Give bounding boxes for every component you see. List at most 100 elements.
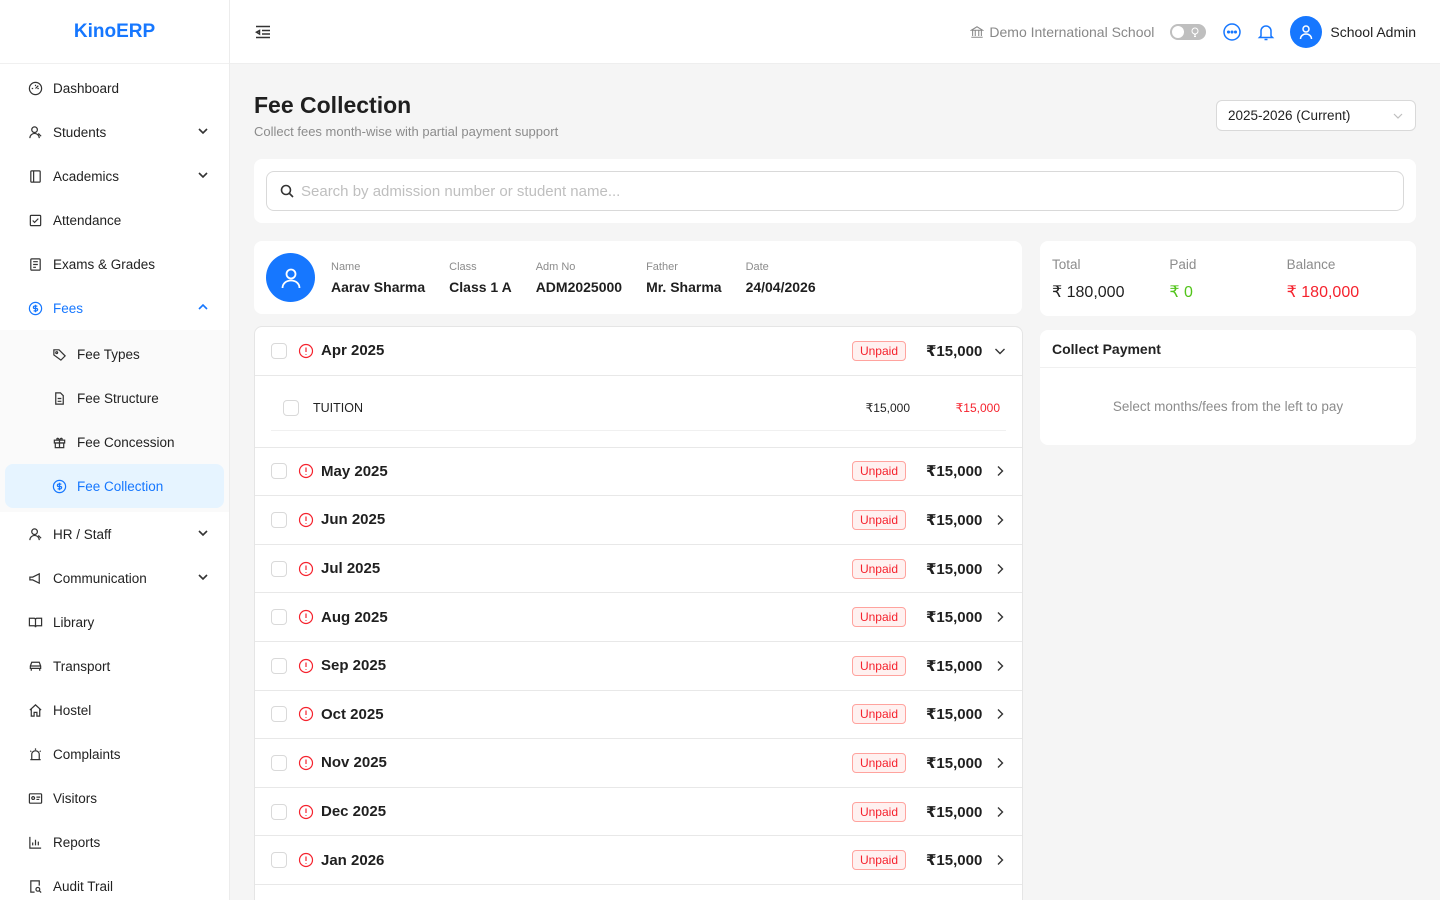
status-badge: Unpaid (851, 655, 906, 676)
sidebar-item-attendance[interactable]: Attendance (0, 198, 229, 242)
month-row[interactable]: Jun 2025 Unpaid ₹15,000 (255, 496, 1022, 545)
month-name: Apr 2025 (321, 342, 385, 360)
sidebar-item-fee-concession[interactable]: Fee Concession (0, 420, 229, 464)
chevron-up-icon (197, 301, 209, 316)
month-checkbox[interactable] (271, 463, 287, 480)
chevron-down-icon[interactable] (994, 345, 1006, 357)
summary-paid-value: ₹ 0 (1169, 284, 1193, 301)
exclamation-circle-icon (298, 610, 314, 625)
chevron-right-icon[interactable] (994, 465, 1006, 477)
fee-checkbox[interactable] (283, 399, 299, 416)
academic-year-select[interactable]: 2025-2026 (Current) (1216, 100, 1416, 131)
school-selector[interactable]: Demo International School (970, 24, 1154, 40)
chevron-right-icon[interactable] (994, 660, 1006, 672)
summary-balance: Balance ₹ 180,000 (1286, 257, 1404, 301)
month-checkbox[interactable] (271, 511, 287, 528)
month-row[interactable]: Apr 2025 Unpaid ₹15,000 (255, 327, 1022, 376)
month-row[interactable]: Jan 2026 Unpaid ₹15,000 (255, 836, 1022, 885)
sidebar-menu: Dashboard Students Academics Attendance … (0, 64, 229, 900)
sidebar-item-fee-structure[interactable]: Fee Structure (0, 376, 229, 420)
sidebar-item-communication[interactable]: Communication (0, 556, 229, 600)
month-row[interactable]: Sep 2025 Unpaid ₹15,000 (255, 642, 1022, 691)
menu-fold-icon[interactable] (254, 23, 272, 41)
sidebar-item-students[interactable]: Students (0, 110, 229, 154)
summary-balance-value: ₹ 180,000 (1286, 284, 1360, 301)
month-row[interactable]: May 2025 Unpaid ₹15,000 (255, 448, 1022, 497)
month-amount: ₹15,000 (926, 754, 983, 772)
sidebar-item-label: Dashboard (53, 80, 120, 96)
dollar-circle-icon (51, 478, 67, 494)
chevron-right-icon[interactable] (994, 806, 1006, 818)
exclamation-circle-icon (298, 853, 314, 868)
month-name: Jan 2026 (321, 851, 385, 869)
chat-icon[interactable] (1222, 22, 1242, 42)
fee-summary-card: Total ₹ 180,000 Paid ₹ 0 Balance ₹ 180,0… (1040, 241, 1416, 316)
user-icon (27, 124, 43, 140)
month-row[interactable]: Nov 2025 Unpaid ₹15,000 (255, 739, 1022, 788)
sidebar-item-audit-trail[interactable]: Audit Trail (0, 864, 229, 900)
search-input[interactable] (301, 182, 1391, 200)
theme-toggle[interactable] (1170, 23, 1207, 40)
month-checkbox[interactable] (271, 609, 287, 626)
status-badge: Unpaid (851, 704, 906, 725)
sidebar-item-fees[interactable]: Fees (0, 286, 229, 330)
search-box[interactable] (266, 171, 1404, 211)
chevron-right-icon[interactable] (994, 514, 1006, 526)
sidebar-item-library[interactable]: Library (0, 600, 229, 644)
sidebar-item-transport[interactable]: Transport (0, 644, 229, 688)
fees-submenu: Fee Types Fee Structure Fee Concession F… (0, 330, 229, 512)
month-row[interactable]: Oct 2025 Unpaid ₹15,000 (255, 691, 1022, 740)
month-checkbox[interactable] (271, 657, 287, 674)
fee-row[interactable]: TUITION ₹15,000 ₹15,000 (271, 386, 1006, 431)
summary-total-value: ₹ 180,000 (1052, 284, 1125, 301)
chevron-right-icon[interactable] (994, 611, 1006, 623)
toggle-knob (1172, 25, 1185, 38)
page-title: Fee Collection (254, 92, 412, 118)
bell-icon[interactable] (1256, 22, 1276, 42)
chevron-right-icon[interactable] (994, 854, 1006, 866)
sidebar-item-dashboard[interactable]: Dashboard (0, 66, 229, 110)
exclamation-circle-icon (298, 707, 314, 722)
month-checkbox[interactable] (271, 754, 287, 771)
top-header: Demo International School School Admin (230, 0, 1440, 64)
sidebar-item-fee-types[interactable]: Fee Types (0, 332, 229, 376)
sidebar-item-fee-collection[interactable]: Fee Collection (5, 464, 224, 508)
month-row[interactable]: Jul 2025 Unpaid ₹15,000 (255, 545, 1022, 594)
chevron-down-icon (197, 571, 209, 586)
student-date: 24/04/2026 (745, 278, 816, 295)
month-amount: ₹15,000 (926, 342, 983, 360)
month-row[interactable]: Aug 2025 Unpaid ₹15,000 (255, 593, 1022, 642)
summary-label: Paid (1169, 257, 1197, 272)
user-name[interactable]: School Admin (1330, 24, 1416, 40)
month-checkbox[interactable] (271, 803, 287, 820)
month-amount: ₹15,000 (926, 803, 983, 821)
sidebar-item-exams[interactable]: Exams & Grades (0, 242, 229, 286)
sidebar-item-academics[interactable]: Academics (0, 154, 229, 198)
chevron-right-icon[interactable] (994, 563, 1006, 575)
brand-logo[interactable]: KinoERP (0, 0, 229, 64)
month-name: Jul 2025 (321, 560, 381, 578)
month-amount: ₹15,000 (926, 560, 983, 578)
student-class-field: Class Class 1 A (449, 261, 512, 295)
sidebar-item-visitors[interactable]: Visitors (0, 776, 229, 820)
month-row[interactable]: Dec 2025 Unpaid ₹15,000 (255, 788, 1022, 837)
status-badge: Unpaid (851, 509, 906, 530)
summary-total: Total ₹ 180,000 (1052, 257, 1169, 301)
month-checkbox[interactable] (271, 342, 287, 359)
month-checkbox[interactable] (271, 560, 287, 577)
avatar[interactable] (1290, 15, 1323, 48)
chevron-right-icon[interactable] (994, 708, 1006, 720)
month-checkbox[interactable] (271, 706, 287, 723)
exclamation-circle-icon (298, 343, 314, 358)
month-name: Dec 2025 (321, 803, 387, 821)
sidebar-item-reports[interactable]: Reports (0, 820, 229, 864)
field-label: Name (331, 260, 361, 273)
sidebar-item-hr-staff[interactable]: HR / Staff (0, 512, 229, 556)
exclamation-circle-icon (298, 464, 314, 479)
field-label: Class (449, 260, 477, 273)
month-amount: ₹15,000 (926, 852, 983, 870)
month-checkbox[interactable] (271, 852, 287, 869)
sidebar-item-hostel[interactable]: Hostel (0, 688, 229, 732)
sidebar-item-complaints[interactable]: Complaints (0, 732, 229, 776)
chevron-right-icon[interactable] (994, 757, 1006, 769)
